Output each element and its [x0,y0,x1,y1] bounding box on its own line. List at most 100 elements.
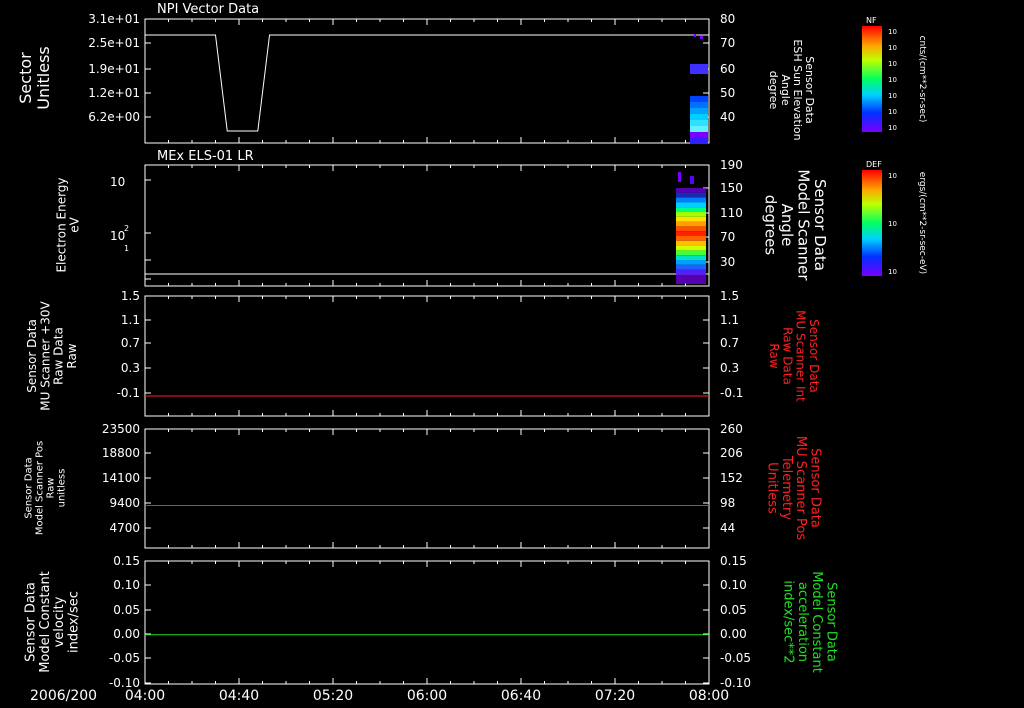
y-axis-label-right: degrees [761,195,779,256]
y-tick-label: 10 [110,229,125,243]
y-axis-label-right: Sensor Data [807,319,821,393]
y-axis-label-right: MU Scanner Pos [793,436,808,541]
panel-frame-2 [144,164,710,287]
y-tick-label-right: 1.5 [720,289,739,303]
y-tick-label: 23500 [102,422,140,436]
nf-spectrogram-cell [694,34,696,37]
y-tick-label-right: 80 [720,12,735,26]
y-tick-label-right: 0.7 [720,336,739,350]
colorbar-1 [862,26,882,132]
y-tick-label-right: 110 [720,206,743,220]
y-tick-label-right: 0.00 [720,627,747,641]
y-axis-label: Sensor Data [24,582,39,662]
y-tick-label-right: 150 [720,181,743,195]
y-tick-label: 3.1e+01 [88,12,140,26]
y-axis-label-right: MU Scanner Int [794,310,808,402]
def-spectrogram-cell [678,172,681,182]
y-tick-label-right: 152 [720,471,743,485]
def-spectrogram-row [676,216,706,222]
def-spectrogram-row [676,255,706,260]
y-axis-label: Sector [16,52,35,104]
date-label: 2006/200 [30,688,97,704]
def-spectrogram-row [676,212,706,217]
y-axis-label-right: index/sec**2 [781,580,796,663]
y-tick-label: -0.05 [109,651,140,665]
y-tick-label: 1.2e+01 [88,86,140,100]
def-spectrogram-row [676,202,706,208]
y-tick-label: 1.5 [121,289,140,303]
y-tick-label: 0.05 [113,603,140,617]
nf-spectrogram-cell [690,120,708,126]
y-tick-label: 1.9e+01 [88,62,140,76]
y-tick-label-right: 206 [720,446,743,460]
colorbar-tick: 10 [888,60,897,68]
y-tick-label-right: 0.15 [720,554,747,568]
panel-title: MEx ELS-01 LR [157,149,254,164]
time-tick-label: 06:40 [501,688,541,704]
y-tick-label: 0.3 [121,361,140,375]
nf-spectrogram-cell [690,114,708,120]
y-axis-label-right: Angle [779,74,792,106]
y-axis-label-right: Raw Data [780,327,794,385]
def-spectrogram-row [676,236,706,241]
y-tick-label: -0.1 [117,386,140,400]
y-tick-label: 0.15 [113,554,140,568]
nf-spectrogram-cell [690,132,708,138]
y-tick-label-right: 0.05 [720,603,747,617]
y-axis-label: Raw [46,477,57,498]
y-axis-label-right: Model Scanner [794,169,812,281]
y-tick-exponent: 1 [124,244,129,253]
y-tick-label-right: -0.1 [720,386,743,400]
y-axis-label: unitless [57,469,68,508]
colorbar-tick: 10 [888,268,897,276]
def-spectrogram-row [676,231,706,236]
def-spectrogram-row [676,226,706,232]
time-tick-label: 04:40 [219,688,259,704]
nf-spectrogram-cell [690,96,708,102]
y-tick-label-right: 0.3 [720,361,739,375]
def-spectrogram-row [676,274,706,280]
def-spectrogram-cell [690,176,694,184]
panel-title: NPI Vector Data [157,2,259,17]
nf-spectrogram-cell [690,64,708,74]
panel-frame-3 [144,295,710,417]
time-tick-label: 04:00 [125,688,165,704]
y-axis-label: Model Scanner Pos [35,441,46,535]
y-tick-label-right: 98 [720,496,735,510]
colorbar-tick: 10 [888,92,897,100]
y-tick-label-right: 0.10 [720,578,747,592]
def-spectrogram-row [676,207,706,212]
y-axis-label-right: Sensor Data [803,56,816,123]
colorbar-tick: 10 [888,76,897,84]
y-axis-label-right: ESH Sun Elevation [791,39,804,140]
colorbar-tick: 10 [888,124,897,132]
panel-frame-4 [144,428,710,549]
sector-trace [145,34,709,132]
y-tick-label: 9400 [109,496,140,510]
y-tick-label: 10 [110,175,125,189]
time-tick-label: 07:20 [595,688,635,704]
colorbar-units: cnts/(cm**2-sr-sec) [917,36,927,123]
y-tick-label: 4700 [109,521,140,535]
y-tick-label-right: 50 [720,86,735,100]
y-axis-label: MU Scanner +30V [38,301,52,411]
y-axis-label: Raw Data [52,327,66,385]
def-spectrogram-row [676,264,706,270]
y-tick-label-right: 70 [720,36,735,50]
y-tick-label-right: 30 [720,255,735,269]
colorbar-tick: 10 [888,108,897,116]
y-tick-label-right: 44 [720,521,735,535]
y-tick-label-right: 60 [720,62,735,76]
y-tick-label: 6.2e+00 [88,110,140,124]
y-axis-label: Unitless [34,46,53,110]
time-tick-label: 05:20 [313,688,353,704]
y-tick-label-right: -0.05 [720,651,751,665]
y-tick-label-right: 70 [720,230,735,244]
y-axis-label: Electron Energy [54,177,68,272]
def-spectrogram-row [676,250,706,256]
y-tick-label: 18800 [102,446,140,460]
y-axis-label: Model Constant [38,571,53,673]
y-tick-label: 0.00 [113,627,140,641]
y-tick-label: 0.10 [113,578,140,592]
y-axis-label-right: Model Constant [809,571,824,673]
